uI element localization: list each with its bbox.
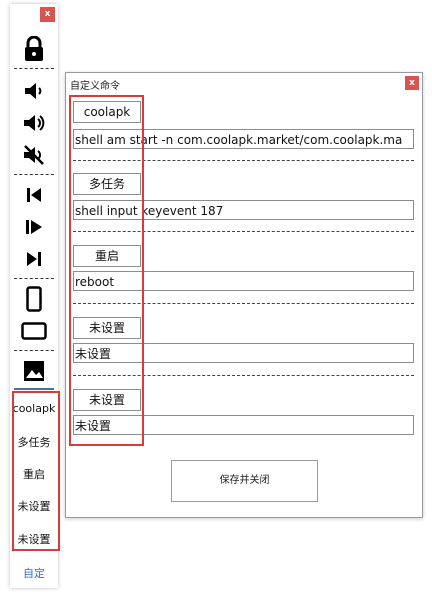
dialog-highlight-box bbox=[69, 95, 144, 446]
volume-down-icon[interactable] bbox=[10, 76, 58, 106]
previous-track-icon[interactable] bbox=[10, 180, 58, 210]
toolbar-highlight-box bbox=[12, 391, 60, 551]
mute-icon[interactable] bbox=[10, 140, 58, 170]
volume-up-icon[interactable] bbox=[10, 108, 58, 138]
screenshot-image-icon[interactable] bbox=[10, 356, 58, 386]
toolbar-divider bbox=[14, 278, 54, 279]
play-pause-icon[interactable] bbox=[10, 212, 58, 242]
toolbar-divider bbox=[14, 350, 54, 351]
phone-landscape-icon[interactable] bbox=[10, 316, 58, 346]
lock-icon[interactable] bbox=[10, 34, 58, 64]
toolbar-divider-active bbox=[14, 388, 54, 390]
toolbar-divider bbox=[14, 174, 54, 175]
dialog-close-button[interactable]: x bbox=[405, 76, 419, 90]
toolbar-custom-link[interactable]: 自定 bbox=[10, 565, 58, 581]
toolbar-divider bbox=[14, 68, 54, 69]
toolbar-close-button[interactable]: x bbox=[40, 7, 55, 22]
save-and-close-button[interactable]: 保存并关闭 bbox=[171, 460, 318, 502]
phone-portrait-icon[interactable] bbox=[10, 284, 58, 314]
next-track-icon[interactable] bbox=[10, 244, 58, 274]
dialog-title: 自定义命令 bbox=[70, 81, 120, 92]
